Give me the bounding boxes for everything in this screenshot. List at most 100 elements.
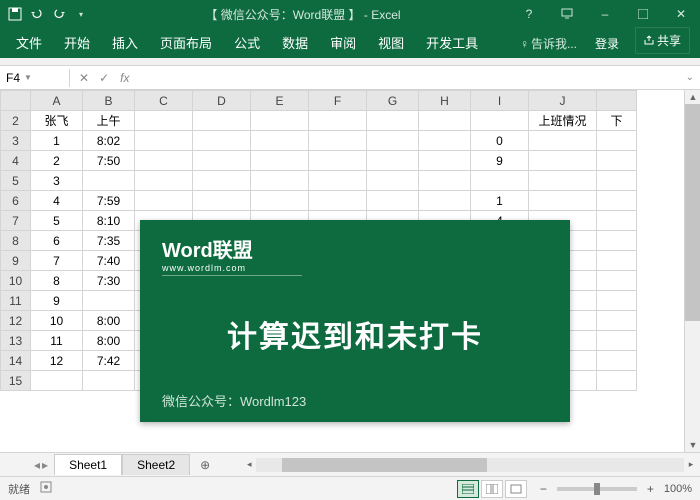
hscroll-thumb[interactable]	[282, 458, 487, 472]
cell[interactable]	[251, 111, 309, 131]
cell[interactable]	[251, 171, 309, 191]
cell[interactable]	[367, 111, 419, 131]
cell[interactable]	[597, 311, 637, 331]
cell[interactable]	[309, 151, 367, 171]
col-header[interactable]: F	[309, 91, 367, 111]
row-header[interactable]: 10	[1, 271, 31, 291]
zoom-out-button[interactable]: −	[536, 482, 551, 496]
ribbon-options-icon[interactable]	[548, 0, 586, 28]
login-link[interactable]: 登录	[585, 30, 629, 58]
tab-review[interactable]: 审阅	[320, 28, 366, 58]
scroll-thumb[interactable]	[685, 104, 700, 321]
cell[interactable]	[529, 171, 597, 191]
cell[interactable]	[597, 171, 637, 191]
cell[interactable]: 7:59	[83, 191, 135, 211]
row-header[interactable]: 9	[1, 251, 31, 271]
cell[interactable]	[135, 131, 193, 151]
cell[interactable]: 7	[31, 251, 83, 271]
cell[interactable]: 上班情况	[529, 111, 597, 131]
cell[interactable]: 3	[31, 171, 83, 191]
name-box[interactable]: F4 ▼	[0, 69, 70, 87]
row-header[interactable]: 7	[1, 211, 31, 231]
scroll-up-icon[interactable]: ▲	[685, 90, 700, 104]
row-header[interactable]: 2	[1, 111, 31, 131]
cell[interactable]	[193, 111, 251, 131]
row-header[interactable]: 14	[1, 351, 31, 371]
col-header[interactable]	[597, 91, 637, 111]
cell[interactable]	[31, 371, 83, 391]
row-header[interactable]: 13	[1, 331, 31, 351]
cell[interactable]: 5	[31, 211, 83, 231]
cell[interactable]	[367, 131, 419, 151]
cell[interactable]: 1	[471, 191, 529, 211]
cell[interactable]	[83, 371, 135, 391]
col-header[interactable]: H	[419, 91, 471, 111]
cancel-formula-icon[interactable]: ✕	[76, 71, 92, 85]
cell[interactable]	[597, 191, 637, 211]
tab-view[interactable]: 视图	[368, 28, 414, 58]
view-normal-button[interactable]	[457, 480, 479, 498]
cell[interactable]	[419, 111, 471, 131]
formula-bar[interactable]	[139, 69, 679, 87]
cell[interactable]	[193, 171, 251, 191]
cell[interactable]: 12	[31, 351, 83, 371]
row-header[interactable]: 15	[1, 371, 31, 391]
horizontal-scrollbar[interactable]: ◂ ▸	[256, 458, 684, 472]
new-sheet-button[interactable]: ⊕	[190, 455, 220, 475]
cell[interactable]	[597, 291, 637, 311]
tab-file[interactable]: 文件	[6, 28, 52, 58]
cell[interactable]: 1	[31, 131, 83, 151]
cell[interactable]	[597, 211, 637, 231]
cell[interactable]	[597, 371, 637, 391]
qat-customize-icon[interactable]: ▾	[72, 5, 90, 23]
cell[interactable]	[135, 111, 193, 131]
cell[interactable]: 8:10	[83, 211, 135, 231]
select-all-corner[interactable]	[1, 91, 31, 111]
cell[interactable]: 2	[31, 151, 83, 171]
sheet-tab-1[interactable]: Sheet1	[54, 454, 122, 475]
tab-insert[interactable]: 插入	[102, 28, 148, 58]
tab-home[interactable]: 开始	[54, 28, 100, 58]
row-header[interactable]: 4	[1, 151, 31, 171]
tell-me[interactable]: ♀告诉我...	[514, 30, 583, 58]
cell[interactable]	[251, 151, 309, 171]
cell[interactable]	[309, 131, 367, 151]
cell[interactable]	[193, 131, 251, 151]
vertical-scrollbar[interactable]: ▲ ▼	[684, 90, 700, 452]
cell[interactable]	[419, 151, 471, 171]
cell[interactable]	[135, 171, 193, 191]
cell[interactable]	[597, 351, 637, 371]
cell[interactable]: 7:50	[83, 151, 135, 171]
maximize-icon[interactable]	[624, 0, 662, 28]
scroll-down-icon[interactable]: ▼	[685, 438, 700, 452]
row-header[interactable]: 6	[1, 191, 31, 211]
cell[interactable]	[597, 151, 637, 171]
col-header[interactable]: C	[135, 91, 193, 111]
cell[interactable]: 11	[31, 331, 83, 351]
help-icon[interactable]: ?	[510, 0, 548, 28]
cell[interactable]: 7:40	[83, 251, 135, 271]
cell[interactable]	[193, 151, 251, 171]
share-button[interactable]: 共享	[635, 27, 690, 54]
chevron-down-icon[interactable]: ▼	[24, 73, 32, 82]
tab-data[interactable]: 数据	[272, 28, 318, 58]
row-header[interactable]: 11	[1, 291, 31, 311]
col-header[interactable]: E	[251, 91, 309, 111]
accept-formula-icon[interactable]: ✓	[96, 71, 112, 85]
cell[interactable]: 8:00	[83, 331, 135, 351]
fx-icon[interactable]: fx	[116, 71, 133, 85]
cell[interactable]: 张飞	[31, 111, 83, 131]
row-header[interactable]: 3	[1, 131, 31, 151]
cell[interactable]	[83, 171, 135, 191]
col-header[interactable]: D	[193, 91, 251, 111]
cell[interactable]	[597, 131, 637, 151]
cell[interactable]	[529, 191, 597, 211]
col-header[interactable]: A	[31, 91, 83, 111]
cell[interactable]: 0	[471, 131, 529, 151]
cell[interactable]	[251, 191, 309, 211]
sheet-nav-last-icon[interactable]: ▸	[42, 458, 48, 472]
cell[interactable]	[83, 291, 135, 311]
cell[interactable]: 下	[597, 111, 637, 131]
zoom-level[interactable]: 100%	[664, 483, 692, 495]
save-icon[interactable]	[6, 5, 24, 23]
